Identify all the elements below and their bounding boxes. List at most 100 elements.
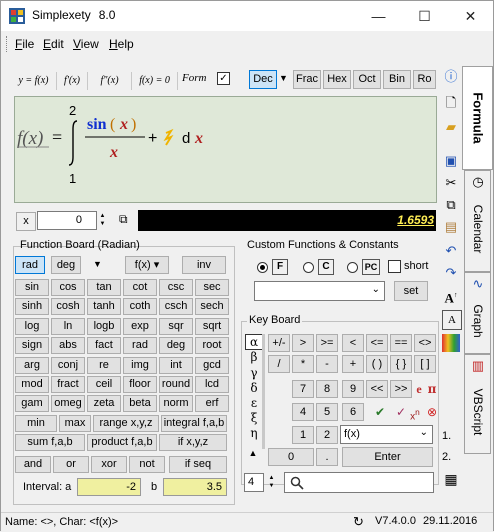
fn-range[interactable]: range x,y,z — [93, 415, 159, 432]
set-button[interactable]: set — [394, 281, 428, 301]
key-curly[interactable]: { } — [390, 355, 412, 373]
redo-icon[interactable]: ↷ — [442, 264, 460, 282]
interval-a-field[interactable]: -2 — [77, 478, 141, 496]
fn-conj[interactable]: conj — [51, 356, 85, 374]
calculator-icon[interactable]: ▦ — [442, 470, 460, 488]
key-1[interactable]: 1 — [292, 426, 314, 444]
fn-erf[interactable]: erf — [195, 395, 229, 413]
fn-deg[interactable]: deg — [159, 337, 193, 355]
base-dropdown-icon[interactable]: ▼ — [279, 73, 288, 83]
key-lt[interactable]: < — [342, 334, 364, 352]
custom-combo[interactable]: ⌄ — [254, 281, 385, 301]
key-lte[interactable]: <= — [366, 334, 388, 352]
key-shl[interactable]: << — [366, 380, 388, 398]
close-button[interactable]: ✕ — [448, 1, 493, 31]
text-format-icon[interactable]: A — [442, 310, 462, 330]
fn-min[interactable]: min — [15, 415, 57, 432]
fn-sinh[interactable]: sinh — [15, 298, 49, 316]
fn-sum[interactable]: sum f,a,b — [15, 434, 85, 451]
fn-tanh[interactable]: tanh — [87, 298, 121, 316]
fn-or[interactable]: or — [53, 456, 89, 473]
greek-epsilon[interactable]: ε — [247, 396, 261, 410]
base-hex-button[interactable]: Hex — [323, 70, 351, 89]
form-checkbox[interactable]: ✓ — [217, 72, 230, 85]
fn-sec[interactable]: sec — [195, 279, 229, 296]
fn-if[interactable]: if x,y,z — [159, 434, 227, 451]
tab-second-derivative[interactable]: f"(x) — [88, 72, 132, 90]
fn-zeta[interactable]: zeta — [87, 395, 121, 413]
fn-logb[interactable]: logb — [87, 317, 121, 335]
fn-coth[interactable]: coth — [123, 298, 157, 316]
base-dec-button[interactable]: Dec — [249, 70, 277, 89]
greek-eta[interactable]: η — [247, 426, 261, 440]
tab-zero[interactable]: f(x) = 0 — [132, 72, 178, 90]
fn-product[interactable]: product f,a,b — [87, 434, 157, 451]
fn-sqr[interactable]: sqr — [159, 317, 193, 335]
key-plus[interactable]: + — [342, 355, 364, 373]
key-plusminus[interactable]: +/- — [268, 334, 290, 352]
menu-file[interactable]: File — [15, 37, 34, 51]
fn-img[interactable]: img — [123, 356, 157, 374]
fn-fract[interactable]: fract — [51, 376, 85, 393]
fn-csc[interactable]: csc — [159, 279, 193, 296]
fn-integral[interactable]: integral f,a,b — [161, 415, 227, 432]
fn-cot[interactable]: cot — [123, 279, 157, 296]
accept-icon[interactable]: ✔ — [369, 403, 391, 421]
fn-cosh[interactable]: cosh — [51, 298, 85, 316]
fn-cos[interactable]: cos — [51, 279, 85, 296]
mode-rad-button[interactable]: rad — [15, 256, 45, 274]
mode-deg-button[interactable]: deg — [51, 256, 81, 274]
short-checkbox[interactable] — [388, 260, 401, 273]
key-neq[interactable]: <> — [414, 334, 436, 352]
fn-sqrt[interactable]: sqrt — [195, 317, 229, 335]
key-square[interactable]: [ ] — [414, 355, 436, 373]
fn-gam[interactable]: gam — [15, 395, 49, 413]
menu-edit[interactable]: Edit — [43, 37, 64, 51]
maximize-button[interactable]: ☐ — [402, 1, 447, 31]
fn-ceil[interactable]: ceil — [87, 376, 121, 393]
key-5[interactable]: 5 — [316, 403, 338, 421]
custom-radio-f[interactable] — [257, 262, 268, 273]
tab-calendar[interactable]: ◷ Calendar — [464, 170, 491, 272]
tab-function[interactable]: y = f(x) — [11, 72, 57, 90]
fn-mod[interactable]: mod — [15, 376, 49, 393]
fn-abs[interactable]: abs — [51, 337, 85, 355]
menu-view[interactable]: View — [73, 37, 99, 51]
fn-ln[interactable]: ln — [51, 317, 85, 335]
open-folder-icon[interactable]: ▰ — [442, 118, 460, 136]
key-minus[interactable]: - — [316, 355, 338, 373]
fn-sech[interactable]: sech — [195, 298, 229, 316]
fn-beta[interactable]: beta — [123, 395, 157, 413]
fn-and[interactable]: and — [15, 456, 51, 473]
fn-xor[interactable]: xor — [91, 456, 127, 473]
greek-scrollbar[interactable] — [262, 334, 265, 449]
inv-button[interactable]: inv — [182, 256, 226, 274]
paste-icon[interactable]: ▤ — [442, 218, 460, 236]
greek-delta[interactable]: δ — [247, 381, 261, 395]
key-gt[interactable]: > — [292, 334, 314, 352]
fn-omeg[interactable]: omeg — [51, 395, 85, 413]
fn-exp[interactable]: exp — [123, 317, 157, 335]
fx-select[interactable]: f(x) ▾ — [125, 256, 169, 274]
greek-beta[interactable]: β — [247, 350, 261, 364]
decimals-spinner[interactable]: ▲ ▼ — [267, 474, 276, 490]
key-6[interactable]: 6 — [342, 403, 364, 421]
tab-formula[interactable]: Formula — [462, 66, 493, 170]
cut-icon[interactable]: ✂ — [442, 174, 460, 192]
fn-lcd[interactable]: lcd — [195, 376, 229, 393]
key-gte[interactable]: >= — [316, 334, 338, 352]
fn-csch[interactable]: csch — [159, 298, 193, 316]
undo-icon[interactable]: ↶ — [442, 242, 460, 260]
tab-vbscript[interactable]: ▥ VBScript — [464, 354, 491, 454]
fn-round[interactable]: round — [159, 376, 193, 393]
refresh-icon[interactable]: ↻ — [353, 514, 364, 530]
key-4[interactable]: 4 — [292, 403, 314, 421]
fn-if-seq[interactable]: if seq — [169, 456, 227, 473]
fn-max[interactable]: max — [59, 415, 91, 432]
fn-root[interactable]: root — [195, 337, 229, 355]
key-div[interactable]: / — [268, 355, 290, 373]
custom-radio-c[interactable] — [303, 262, 314, 273]
fn-norm[interactable]: norm — [159, 395, 193, 413]
fn-log[interactable]: log — [15, 317, 49, 335]
tab-graph[interactable]: ∿ Graph — [464, 272, 491, 354]
